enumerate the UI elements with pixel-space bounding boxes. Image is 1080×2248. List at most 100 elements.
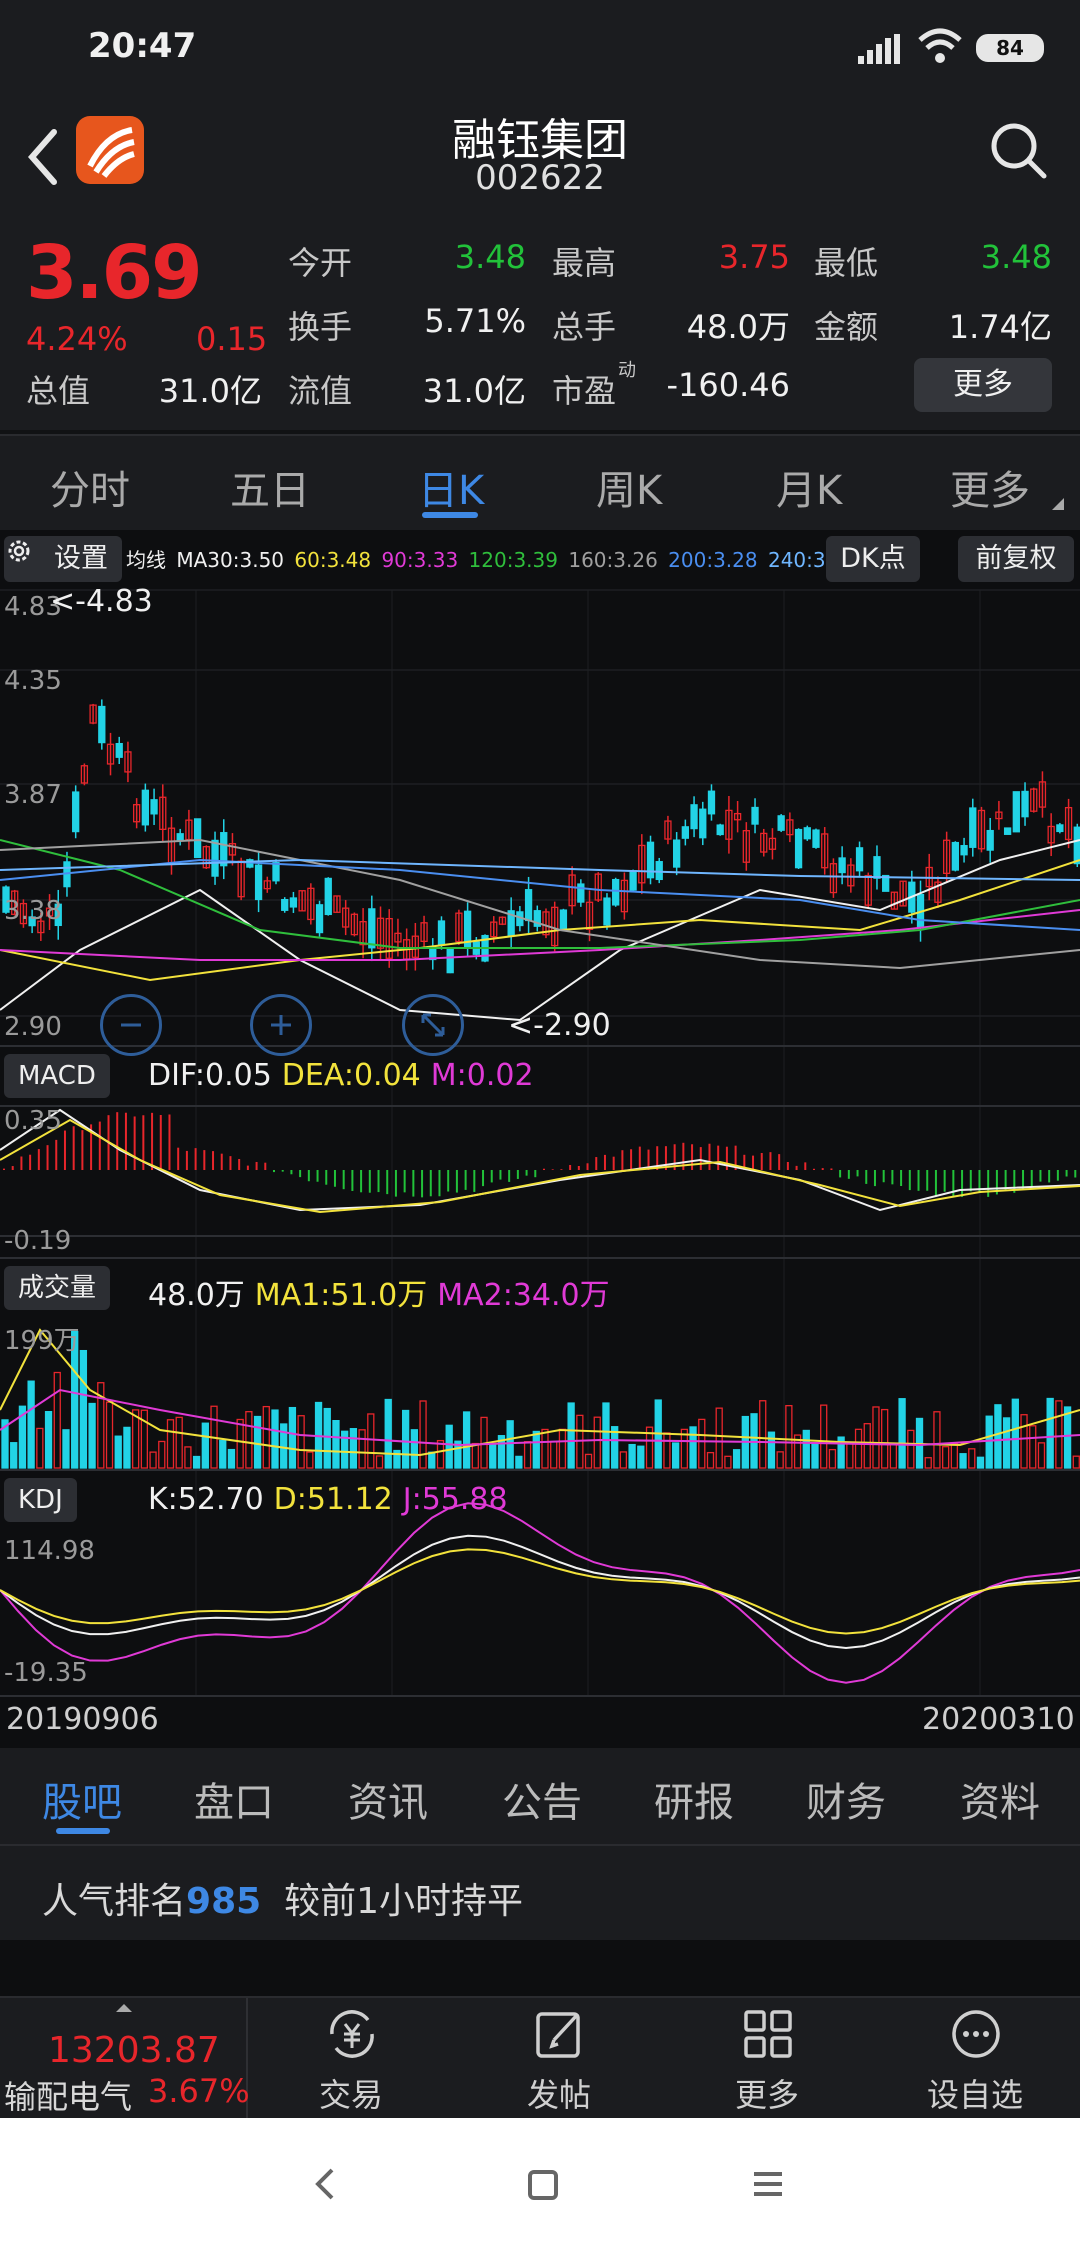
volume-bar: [593, 1416, 601, 1469]
tab-research[interactable]: 研报: [654, 1770, 734, 1828]
ma-legend: 均线 MA30:3.50 60:3.48 90:3.33 120:3.39 16…: [126, 544, 861, 573]
candle-body: [281, 898, 289, 911]
tab-monthly-k[interactable]: 月K: [776, 458, 842, 516]
volume-bar: [523, 1441, 532, 1469]
volume-bar: [776, 1451, 784, 1469]
volume-bar: [462, 1411, 471, 1469]
volume-bar: [532, 1430, 540, 1469]
info-tabs: 股吧 盘口 资讯 公告 研报 财务 资料: [0, 1748, 1080, 1844]
caret-up-icon: [116, 2004, 132, 2012]
dk-point-button[interactable]: DK点: [826, 536, 920, 582]
tab-weekly-k[interactable]: 周K: [596, 458, 662, 516]
nav-back-icon[interactable]: [306, 2164, 342, 2204]
tab-profile[interactable]: 资料: [960, 1770, 1040, 1828]
volume-bar: [166, 1419, 175, 1469]
trade-button[interactable]: 交易: [276, 1998, 426, 2118]
volume-bar: [950, 1443, 959, 1469]
volume-bar: [863, 1423, 871, 1469]
tab-announcements[interactable]: 公告: [502, 1770, 582, 1828]
candle-body: [176, 833, 184, 842]
volume-bar: [881, 1408, 889, 1469]
candle-body: [794, 828, 803, 869]
tab-daily-k[interactable]: 日K: [418, 458, 484, 516]
tab-forum[interactable]: 股吧: [42, 1770, 122, 1828]
zoom-out-button[interactable]: [100, 994, 162, 1056]
volume-bar: [558, 1428, 567, 1469]
candle-body: [1003, 827, 1012, 835]
kline-chart[interactable]: 设置 均线 MA30:3.50 60:3.48 90:3.33 120:3.39…: [0, 530, 1080, 1748]
candle-body: [855, 847, 864, 872]
volume-bar: [62, 1429, 70, 1469]
forward-adjust-button[interactable]: 前复权: [958, 536, 1074, 582]
active-info-tab-indicator: [56, 1828, 110, 1834]
volume-bar: [358, 1429, 366, 1469]
volume-bar: [1002, 1417, 1011, 1469]
volume-bar: [924, 1457, 932, 1469]
volume-bar: [123, 1426, 131, 1469]
nav-menu-icon[interactable]: [750, 2164, 786, 2204]
start-date: 20190906: [6, 1702, 159, 1737]
volume-bar: [375, 1455, 384, 1469]
candle-body: [707, 790, 716, 815]
popularity-row[interactable]: 人气排名985 较前1小时持平: [0, 1844, 1080, 1940]
candle-body: [690, 804, 698, 830]
volume-ma2: MA2:34.0万: [437, 1278, 610, 1313]
volume-label: 总手: [552, 308, 617, 346]
volume-bar: [1055, 1400, 1063, 1469]
tab-news[interactable]: 资讯: [348, 1770, 428, 1828]
post-button[interactable]: 发帖: [484, 1998, 634, 2118]
volume-bar: [158, 1440, 166, 1469]
volume-bar: [515, 1455, 523, 1469]
ma-160: 160:3.26: [568, 548, 658, 572]
macd-tag[interactable]: MACD: [4, 1054, 110, 1098]
tab-more-periods[interactable]: 更多: [950, 458, 1030, 516]
macd-dif: DIF:0.05: [148, 1058, 272, 1093]
volume-tag[interactable]: 成交量: [4, 1266, 111, 1310]
nav-home-icon[interactable]: [524, 2164, 560, 2204]
volume-bar: [489, 1443, 497, 1469]
volume-bar: [959, 1453, 967, 1469]
candle-body: [72, 791, 80, 833]
float-label: 流值: [288, 372, 353, 410]
volume-bar: [976, 1456, 985, 1469]
low-label: 最低: [814, 244, 879, 282]
system-nav-bar: [0, 2118, 1080, 2248]
popularity-prefix: 人气排名: [42, 1881, 187, 1922]
turnover-label: 换手: [288, 308, 353, 346]
zoom-in-button[interactable]: [250, 994, 312, 1056]
tab-finance[interactable]: 财务: [806, 1770, 886, 1828]
more-quote-button[interactable]: 更多: [914, 358, 1052, 412]
volume-bar: [428, 1451, 436, 1469]
search-icon[interactable]: [986, 118, 1050, 182]
ma-prefix: 均线: [126, 548, 166, 572]
volume-bar: [941, 1446, 950, 1469]
tab-orderbook[interactable]: 盘口: [194, 1770, 274, 1828]
volume-bar: [219, 1439, 227, 1469]
sector-index-value: 13203.87: [48, 2030, 220, 2071]
kdj-tag[interactable]: KDJ: [4, 1478, 77, 1522]
volume-bar: [471, 1442, 479, 1469]
macd-axis-label: -0.19: [4, 1226, 72, 1256]
current-price: 3.69: [26, 230, 203, 316]
candle-body: [951, 841, 960, 871]
turnover-value: 5.71%: [424, 302, 526, 340]
tab-intraday[interactable]: 分时: [50, 458, 130, 516]
volume-bar: [419, 1400, 427, 1469]
candle-body: [289, 897, 298, 908]
volume-bar: [1011, 1398, 1019, 1469]
ma-200: 200:3.28: [668, 548, 758, 572]
candle-body: [141, 789, 150, 826]
fullscreen-button[interactable]: [402, 994, 464, 1056]
candle-body: [655, 861, 663, 881]
candle-body: [1056, 824, 1064, 833]
post-icon: [536, 2012, 580, 2058]
add-watchlist-button[interactable]: 设自选: [900, 1998, 1050, 2118]
candle-body: [115, 742, 123, 758]
volume-bar: [36, 1427, 44, 1469]
volume-bar: [201, 1422, 209, 1469]
more-button[interactable]: 更多: [692, 1998, 842, 2118]
sector-index[interactable]: 13203.87 输配电气 3.67%: [0, 1998, 250, 2118]
volume-bar: [854, 1428, 863, 1469]
chart-settings-button[interactable]: 设置: [4, 536, 122, 582]
tab-five-day[interactable]: 五日: [230, 458, 310, 516]
